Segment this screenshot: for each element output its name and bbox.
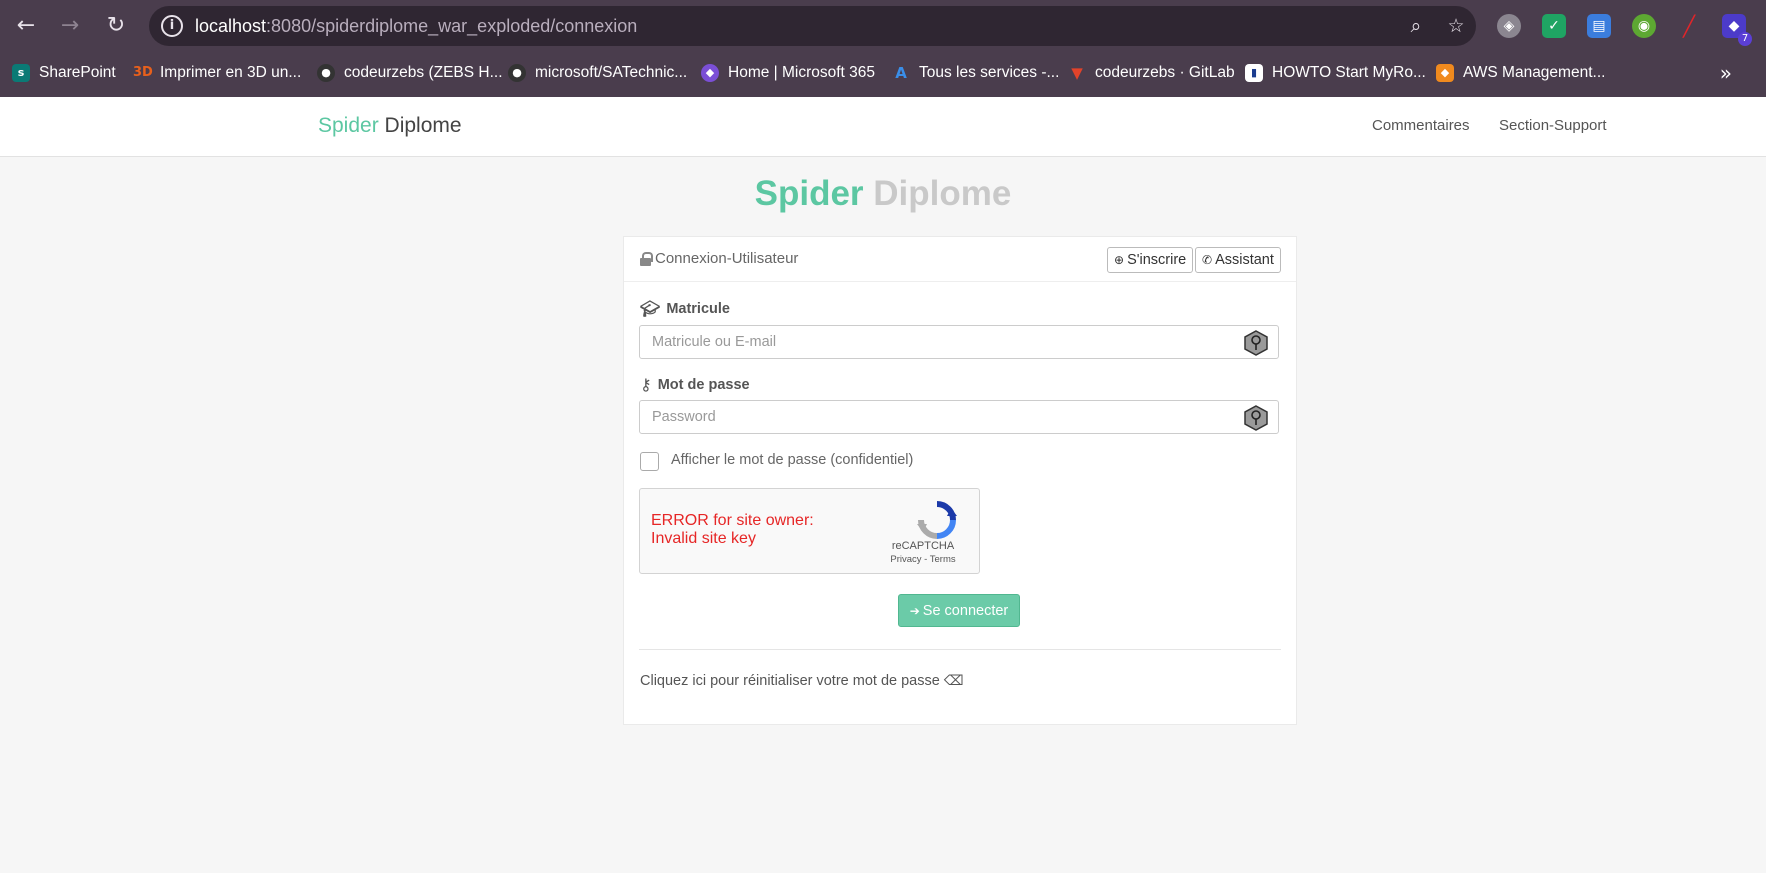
reset-password-text: Cliquez ici pour réinitialiser votre mot…	[640, 673, 940, 689]
reset-password-link[interactable]: Cliquez ici pour réinitialiser votre mot…	[640, 673, 964, 689]
bookmark-label: SharePoint	[39, 64, 116, 81]
page-title: Spider Diplome	[0, 174, 1766, 214]
login-panel: Connexion-Utilisateur ⊕ S'inscrire ✆ Ass…	[623, 236, 1297, 725]
password-label: ⚷ Mot de passe	[640, 375, 750, 394]
extension-pen-icon[interactable]: ╱	[1677, 14, 1701, 38]
bookmark-item[interactable]: ◆ Home | Microsoft 365	[701, 61, 875, 85]
nav-link-section-support[interactable]: Section-Support	[1499, 117, 1607, 134]
bookmarks-overflow-icon[interactable]: »	[1720, 61, 1732, 85]
assistant-button[interactable]: ✆ Assistant	[1195, 247, 1281, 273]
brand-spider: Spider	[318, 114, 379, 137]
sign-in-icon: ➔	[909, 603, 920, 618]
show-password-label[interactable]: Afficher le mot de passe (confidentiel)	[671, 452, 913, 468]
aws-icon: ◆	[1436, 64, 1454, 82]
forward-arrow-icon[interactable]: →	[56, 12, 84, 40]
assistant-label: Assistant	[1215, 252, 1274, 268]
reload-icon[interactable]: ↻	[102, 12, 130, 40]
extension-badge: 7	[1738, 32, 1752, 46]
azure-icon: A	[895, 64, 907, 82]
panel-header: Connexion-Utilisateur ⊕ S'inscrire ✆ Ass…	[624, 237, 1296, 282]
extension-docs-icon[interactable]: ▤	[1587, 14, 1611, 38]
signup-label: S'inscrire	[1127, 252, 1187, 268]
bookmark-star-icon[interactable]: ☆	[1444, 14, 1468, 38]
bookmark-item[interactable]: ▼ codeurzebs · GitLab	[1068, 61, 1235, 85]
browser-chrome: ← → ↻ i localhost:8080/spiderdiplome_war…	[0, 0, 1766, 97]
recaptcha-brand: reCAPTCHA	[891, 540, 955, 552]
recaptcha-logo-icon	[917, 501, 957, 539]
navbar-brand[interactable]: Spider Diplome	[318, 114, 462, 138]
bookmark-label: Home | Microsoft 365	[728, 64, 876, 81]
bookmark-label: codeurzebs · GitLab	[1095, 64, 1235, 81]
recaptcha-links[interactable]: Privacy - Terms	[868, 554, 978, 565]
title-diplome: Diplome	[873, 174, 1012, 213]
bookmark-item[interactable]: s SharePoint	[12, 61, 116, 85]
github-icon: ●	[317, 64, 335, 82]
key-icon: ⚷	[640, 375, 652, 394]
phone-icon: ✆	[1202, 253, 1213, 267]
password-manager-icon[interactable]	[1243, 405, 1269, 431]
eraser-icon: ⌫	[943, 673, 964, 689]
nav-link-commentaires[interactable]: Commentaires	[1372, 117, 1470, 134]
3d-print-icon: 3D	[133, 65, 153, 80]
recaptcha-error: ERROR for site owner: Invalid site key	[651, 512, 814, 547]
show-password-checkbox[interactable]	[640, 452, 659, 471]
howto-icon: ▮	[1245, 64, 1263, 82]
address-bar[interactable]: i localhost:8080/spiderdiplome_war_explo…	[149, 6, 1476, 46]
password-placeholder: Password	[652, 409, 716, 425]
title-spider: Spider	[754, 174, 864, 213]
bookmark-label: Tous les services -...	[919, 64, 1060, 81]
lock-icon	[640, 251, 653, 266]
bookmark-item[interactable]: ● codeurzebs (ZEBS H...	[317, 61, 503, 85]
login-button-label: Se connecter	[922, 602, 1009, 619]
bookmark-item[interactable]: 3D Imprimer en 3D un...	[133, 61, 301, 85]
bookmark-label: AWS Management...	[1463, 64, 1606, 81]
back-arrow-icon[interactable]: ←	[12, 12, 40, 40]
password-input[interactable]: Password	[639, 400, 1279, 434]
matricule-input[interactable]: Matricule ou E-mail	[639, 325, 1279, 359]
password-manager-icon[interactable]	[1243, 330, 1269, 356]
extension-shield-icon[interactable]: ✓	[1542, 14, 1566, 38]
password-label-text: Mot de passe	[657, 376, 750, 393]
extension-security-icon[interactable]: ◈	[1497, 14, 1521, 38]
url-text[interactable]: localhost:8080/spiderdiplome_war_explode…	[195, 16, 637, 37]
bookmark-label: codeurzebs (ZEBS H...	[344, 64, 503, 81]
signup-button[interactable]: ⊕ S'inscrire	[1107, 247, 1194, 273]
matricule-placeholder: Matricule ou E-mail	[652, 334, 777, 350]
matricule-label-text: Matricule	[666, 300, 730, 317]
panel-title-text: Connexion-Utilisateur	[655, 250, 799, 267]
zoom-icon[interactable]: ⌕	[1404, 14, 1428, 38]
recaptcha-widget[interactable]: ERROR for site owner: Invalid site key r…	[639, 488, 980, 574]
sharepoint-icon: s	[12, 64, 30, 82]
brand-diplome: Diplome	[384, 114, 462, 137]
bookmark-label: HOWTO Start MyRo...	[1272, 64, 1426, 81]
bookmark-item[interactable]: ◆ AWS Management...	[1436, 61, 1605, 85]
login-button[interactable]: ➔ Se connecter	[898, 594, 1020, 627]
bookmark-label: microsoft/SATechnic...	[535, 64, 688, 81]
bookmark-item[interactable]: A Tous les services -...	[892, 61, 1059, 85]
site-navbar: Spider Diplome Commentaires Section-Supp…	[0, 97, 1766, 157]
microsoft365-icon: ◆	[701, 64, 719, 82]
divider	[639, 649, 1281, 650]
graduation-cap-icon: 🎓︎	[640, 299, 661, 318]
bookmark-label: Imprimer en 3D un...	[160, 64, 302, 81]
extension-globe-icon[interactable]: ◉	[1632, 14, 1656, 38]
gitlab-icon: ▼	[1071, 64, 1083, 82]
matricule-label: 🎓︎ Matricule	[640, 299, 730, 318]
github-icon: ●	[508, 64, 526, 82]
extension-puzzle-icon[interactable]: ◆ 7	[1722, 14, 1752, 46]
plus-circle-icon: ⊕	[1114, 253, 1125, 267]
bookmarks-bar: s SharePoint 3D Imprimer en 3D un... ● c…	[0, 58, 1766, 88]
site-info-icon[interactable]: i	[161, 15, 183, 37]
bookmark-item[interactable]: ▮ HOWTO Start MyRo...	[1245, 61, 1426, 85]
panel-title: Connexion-Utilisateur	[640, 250, 798, 267]
bookmark-item[interactable]: ● microsoft/SATechnic...	[508, 61, 687, 85]
